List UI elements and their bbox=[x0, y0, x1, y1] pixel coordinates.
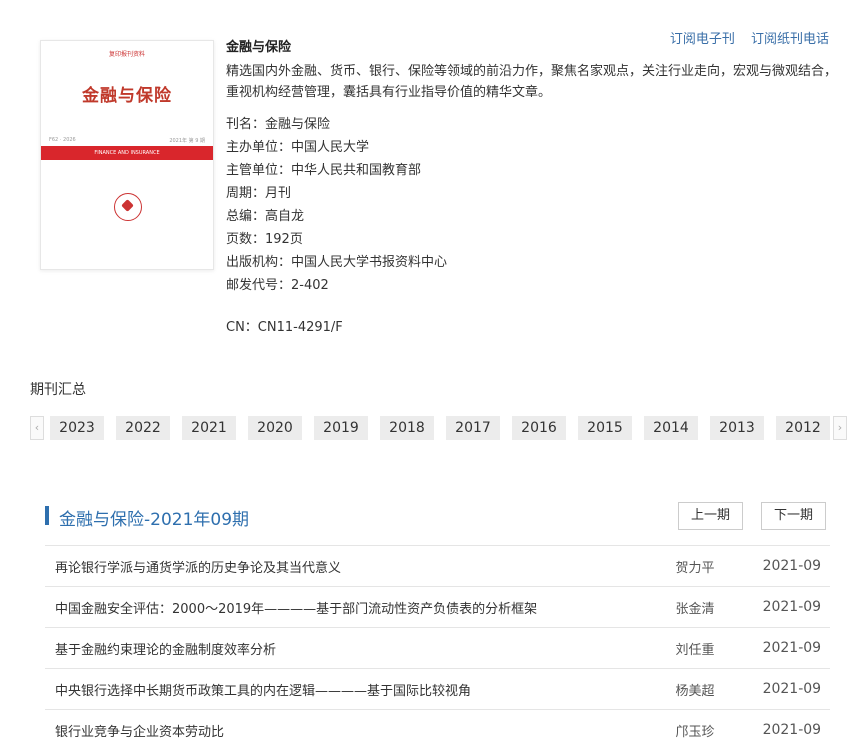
article-author: 刘任重 bbox=[675, 642, 715, 658]
chevron-right-icon[interactable]: › bbox=[833, 416, 847, 440]
year-2016[interactable]: 2016 bbox=[512, 416, 566, 440]
journal-title: 金融与保险 bbox=[226, 40, 292, 55]
info-cn: CN：CN11-4291/F bbox=[226, 320, 343, 335]
subscribe-paper-link[interactable]: 订阅纸刊电话 bbox=[751, 32, 829, 47]
year-2018[interactable]: 2018 bbox=[380, 416, 434, 440]
year-2020[interactable]: 2020 bbox=[248, 416, 302, 440]
article-title[interactable]: 再论银行学派与通货学派的历史争论及其当代意义 bbox=[45, 557, 647, 576]
article-title[interactable]: 中央银行选择中长期货币政策工具的内在逻辑————基于国际比较视角 bbox=[45, 680, 647, 699]
info-period: 周期：月刊 bbox=[226, 186, 292, 201]
article-date: 2021-09 bbox=[762, 681, 822, 697]
info-postal-code: 邮发代号：2-402 bbox=[226, 278, 329, 293]
year-2015[interactable]: 2015 bbox=[578, 416, 632, 440]
next-issue-button[interactable]: 下一期 bbox=[761, 502, 827, 530]
article-title[interactable]: 基于金融约束理论的金融制度效率分析 bbox=[45, 639, 647, 658]
info-pages: 页数：192页 bbox=[226, 232, 303, 247]
year-2023[interactable]: 2023 bbox=[50, 416, 104, 440]
journal-description: 精选国内外金融、货币、银行、保险等领域的前沿力作，聚焦名家观点，关注行业走向，宏… bbox=[226, 64, 838, 100]
prev-issue-button[interactable]: 上一期 bbox=[678, 502, 744, 530]
years-section-label: 期刊汇总 bbox=[30, 382, 86, 398]
cover-logo-icon bbox=[114, 193, 142, 221]
article-row[interactable]: 银行业竞争与企业资本劳动比 邝玉珍 2021-09 bbox=[45, 709, 830, 750]
article-list: 再论银行学派与通货学派的历史争论及其当代意义 贺力平 2021-09 中国金融安… bbox=[45, 545, 830, 750]
subscribe-links: 订阅电子刊 订阅纸刊电话 bbox=[658, 28, 829, 47]
article-author: 张金清 bbox=[675, 601, 715, 617]
article-date: 2021-09 bbox=[762, 640, 822, 656]
year-2022[interactable]: 2022 bbox=[116, 416, 170, 440]
article-author: 贺力平 bbox=[675, 560, 715, 576]
cover-issue-line: F62 · 2026 2021年 第 9 期 bbox=[41, 137, 213, 144]
year-2014[interactable]: 2014 bbox=[644, 416, 698, 440]
article-date: 2021-09 bbox=[762, 722, 822, 738]
journal-cover: 复印报刊资料 金融与保险 F62 · 2026 2021年 第 9 期 FINA… bbox=[40, 40, 214, 270]
issue-title: 金融与保险-2021年09期 bbox=[59, 510, 250, 530]
year-2013[interactable]: 2013 bbox=[710, 416, 764, 440]
year-list: 2023 2022 2021 2020 2019 2018 2017 2016 … bbox=[50, 416, 842, 440]
chevron-left-icon[interactable]: ‹ bbox=[30, 416, 44, 440]
year-2021[interactable]: 2021 bbox=[182, 416, 236, 440]
article-author: 杨美超 bbox=[675, 683, 715, 699]
year-2019[interactable]: 2019 bbox=[314, 416, 368, 440]
article-row[interactable]: 基于金融约束理论的金融制度效率分析 刘任重 2021-09 bbox=[45, 627, 830, 668]
cover-issue: 2021年 第 9 期 bbox=[169, 138, 205, 144]
info-supervisor: 主管单位：中华人民共和国教育部 bbox=[226, 163, 422, 178]
info-name: 刊名：金融与保险 bbox=[226, 117, 331, 132]
subscribe-electronic-link[interactable]: 订阅电子刊 bbox=[670, 32, 735, 47]
article-title[interactable]: 银行业竞争与企业资本劳动比 bbox=[45, 721, 647, 740]
cover-title: 金融与保险 bbox=[82, 86, 172, 106]
cover-band: FINANCE AND INSURANCE bbox=[41, 146, 213, 160]
article-author: 邝玉珍 bbox=[675, 724, 715, 740]
year-2012[interactable]: 2012 bbox=[776, 416, 830, 440]
cover-code: F62 · 2026 bbox=[49, 137, 76, 143]
year-2017[interactable]: 2017 bbox=[446, 416, 500, 440]
article-row[interactable]: 再论银行学派与通货学派的历史争论及其当代意义 贺力平 2021-09 bbox=[45, 545, 830, 586]
info-sponsor: 主办单位：中国人民大学 bbox=[226, 140, 370, 155]
article-row[interactable]: 中央银行选择中长期货币政策工具的内在逻辑————基于国际比较视角 杨美超 202… bbox=[45, 668, 830, 709]
article-date: 2021-09 bbox=[762, 558, 822, 574]
info-publisher: 出版机构：中国人民大学书报资料中心 bbox=[226, 255, 448, 270]
info-editor: 总编：高自龙 bbox=[226, 209, 305, 224]
article-date: 2021-09 bbox=[762, 599, 822, 615]
cover-top-text: 复印报刊资料 bbox=[108, 51, 145, 58]
issue-accent-bar bbox=[45, 506, 49, 525]
article-row[interactable]: 中国金融安全评估：2000～2019年————基于部门流动性资产负债表的分析框架… bbox=[45, 586, 830, 627]
cover-band-text: FINANCE AND INSURANCE bbox=[94, 150, 160, 156]
article-title[interactable]: 中国金融安全评估：2000～2019年————基于部门流动性资产负债表的分析框架 bbox=[45, 598, 647, 617]
